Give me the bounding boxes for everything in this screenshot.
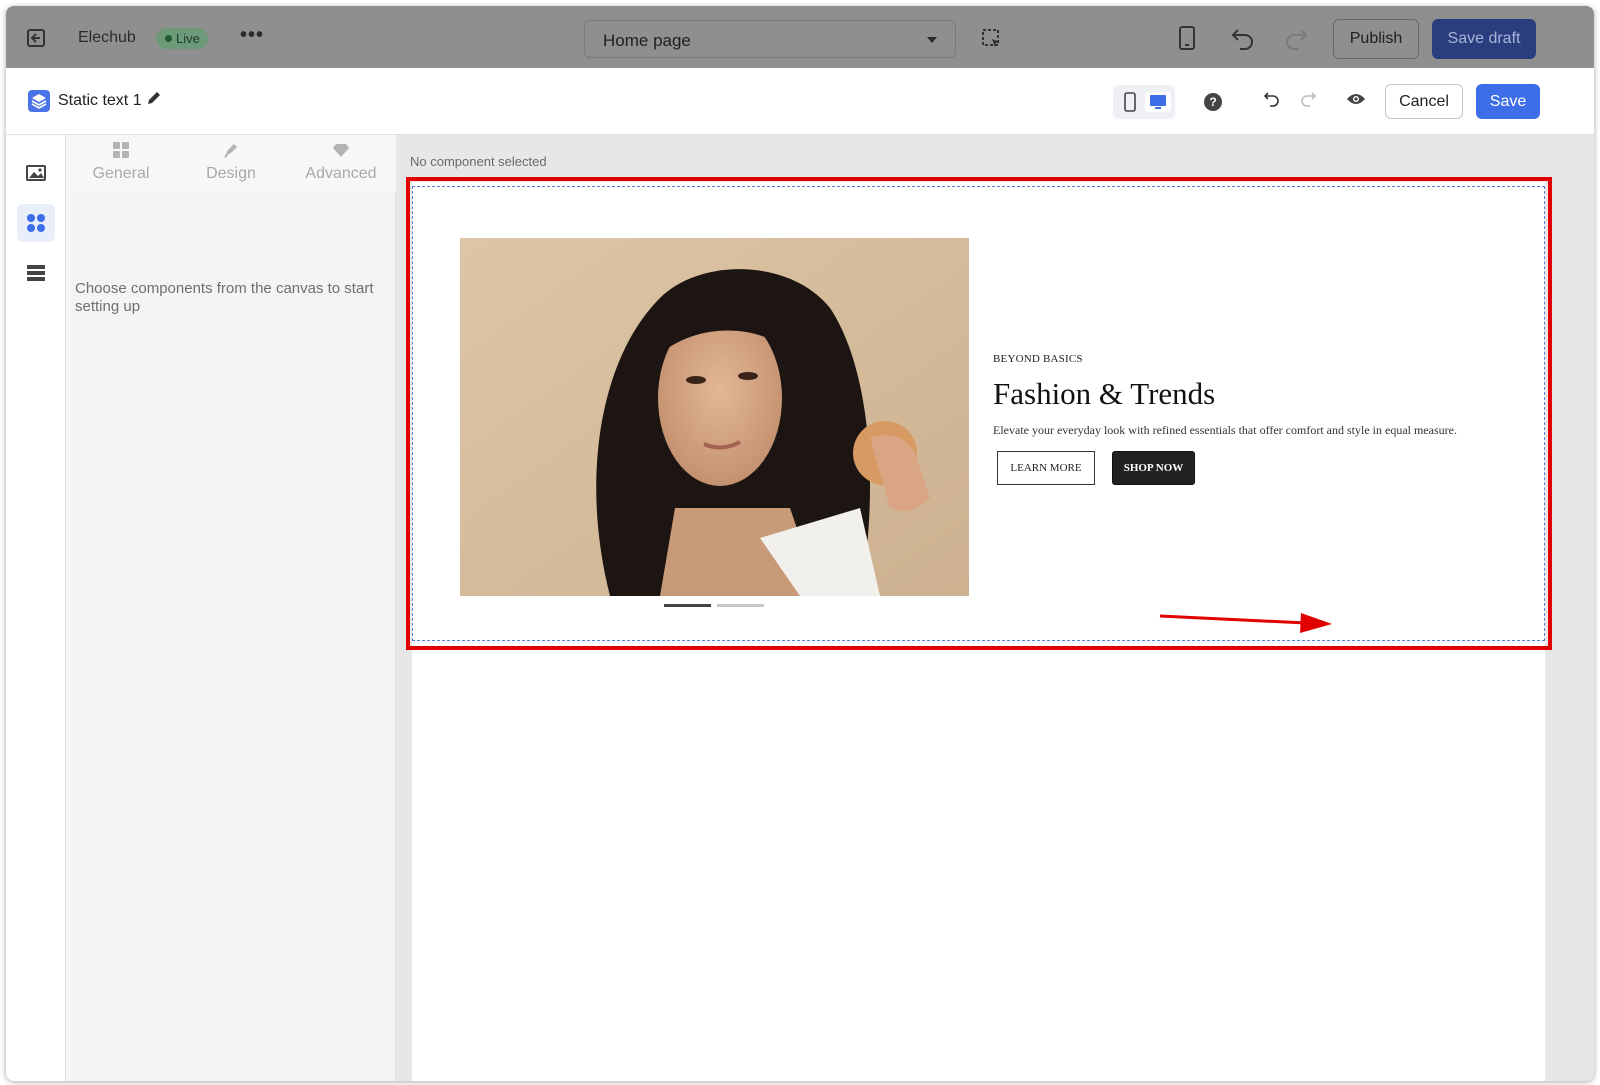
chevron-down-icon — [927, 37, 937, 43]
cancel-button[interactable]: Cancel — [1385, 84, 1463, 119]
pencil-icon[interactable] — [146, 90, 162, 111]
store-name: Elechub — [78, 29, 136, 46]
grid-icon — [112, 141, 130, 159]
settings-tabs: General Design Advanced — [66, 135, 396, 191]
layers-icon — [28, 90, 50, 112]
components-icon[interactable] — [17, 204, 55, 242]
page-select-value: Home page — [603, 31, 691, 50]
component-title: Static text 1 — [58, 92, 142, 109]
editor-redo-icon[interactable] — [1299, 90, 1317, 113]
page-selector[interactable]: Home page — [584, 20, 956, 58]
hero-eyebrow: BEYOND BASICS — [993, 353, 1083, 365]
brush-icon — [222, 141, 240, 159]
editor-undo-icon[interactable] — [1263, 90, 1281, 113]
left-rail — [6, 135, 66, 1081]
eye-icon[interactable] — [1346, 92, 1366, 111]
tab-label: Design — [206, 165, 256, 182]
help-icon[interactable]: ? — [1204, 93, 1222, 111]
save-button[interactable]: Save — [1476, 84, 1540, 119]
hero-image[interactable] — [460, 238, 969, 596]
slider-indicator[interactable] — [664, 604, 711, 607]
publish-button[interactable]: Publish — [1333, 19, 1419, 59]
canvas-page[interactable]: BEYOND BASICS Fashion & Trends Elevate y… — [412, 182, 1545, 1081]
select-area-icon[interactable] — [981, 28, 1003, 54]
editor-header: Static text 1 ? Cancel Save — [6, 68, 1594, 135]
status-badge: Live — [156, 28, 208, 49]
device-toggle — [1113, 85, 1175, 119]
app-window: Elechub Live ••• Home page Publish Save … — [6, 6, 1594, 1081]
save-draft-button[interactable]: Save draft — [1432, 19, 1536, 59]
layers-list-icon[interactable] — [17, 254, 55, 292]
hero-description: Elevate your everyday look with refined … — [993, 423, 1457, 437]
media-icon[interactable] — [17, 154, 55, 192]
slider-indicator[interactable] — [717, 604, 764, 607]
top-app-bar: Elechub Live ••• Home page Publish Save … — [6, 6, 1594, 68]
settings-panel: General Design Advanced Choose component… — [66, 135, 396, 1081]
undo-icon[interactable] — [1230, 26, 1256, 54]
mobile-device-icon[interactable] — [1178, 26, 1196, 54]
desktop-view-icon[interactable] — [1145, 92, 1171, 112]
tab-advanced[interactable]: Advanced — [286, 135, 396, 191]
redo-icon[interactable] — [1283, 26, 1309, 54]
tab-label: General — [92, 165, 150, 182]
gem-icon — [332, 141, 350, 159]
learn-more-button[interactable]: LEARN MORE — [997, 451, 1095, 485]
tab-label: Advanced — [305, 165, 377, 182]
exit-icon[interactable] — [26, 27, 48, 53]
hero-section[interactable]: BEYOND BASICS Fashion & Trends Elevate y… — [412, 186, 1545, 641]
more-options-icon[interactable]: ••• — [240, 24, 264, 47]
hero-title: Fashion & Trends — [993, 376, 1216, 411]
canvas-status: No component selected — [410, 154, 547, 169]
tab-design[interactable]: Design — [176, 135, 286, 191]
tab-general[interactable]: General — [66, 135, 176, 191]
shop-now-button[interactable]: SHOP NOW — [1112, 451, 1195, 485]
mobile-view-icon[interactable] — [1117, 92, 1143, 112]
empty-state-hint: Choose components from the canvas to sta… — [75, 280, 374, 315]
canvas: No component selected BEYOND BASICS Fash… — [396, 135, 1594, 1081]
